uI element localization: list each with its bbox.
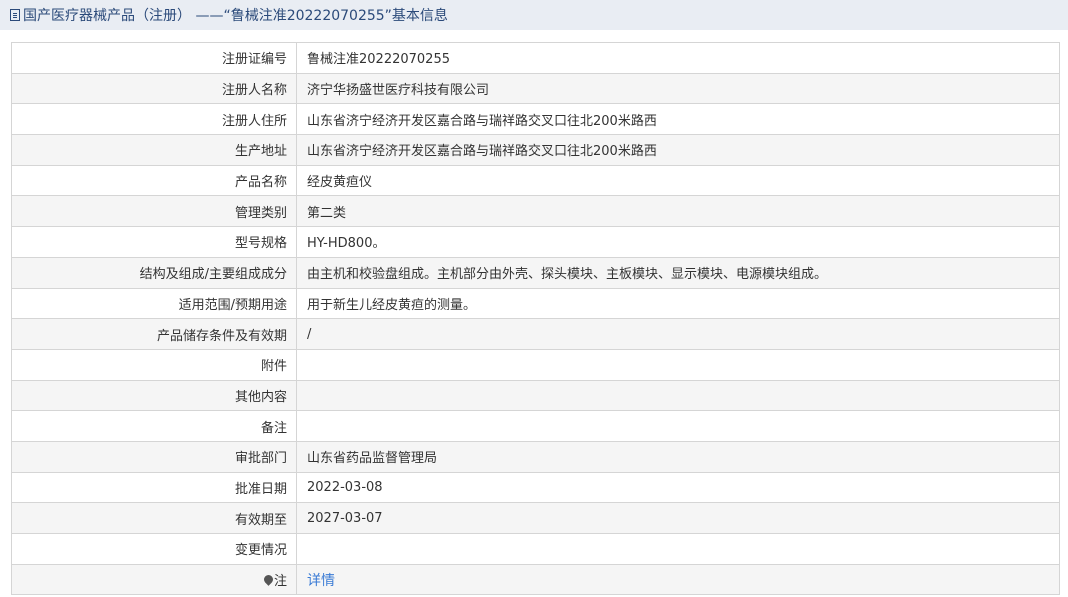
field-value xyxy=(297,380,1060,411)
table-row: 注册证编号 鲁械注准20222070255 xyxy=(12,43,1060,74)
note-label-cell: 注 xyxy=(12,564,297,595)
note-row: 注 详情 xyxy=(12,564,1060,596)
table-row: 有效期至 2027-03-07 xyxy=(12,503,1060,534)
table-row: 产品名称 经皮黄疸仪 xyxy=(12,165,1060,197)
field-label: 批准日期 xyxy=(12,472,297,503)
field-label: 其他内容 xyxy=(12,380,297,411)
field-label: 管理类别 xyxy=(12,196,297,227)
field-value: 山东省济宁经济开发区嘉合路与瑞祥路交叉口往北200米路西 xyxy=(297,104,1060,135)
table-row: 型号规格 HY-HD800。 xyxy=(12,227,1060,258)
field-value xyxy=(297,349,1060,380)
field-label: 注册人住所 xyxy=(12,104,297,135)
table-row: 其他内容 xyxy=(12,380,1060,412)
table-row: 备注 xyxy=(12,411,1060,442)
document-icon xyxy=(10,9,20,21)
field-value: / xyxy=(297,319,1060,349)
field-label: 审批部门 xyxy=(12,441,297,472)
table-row: 生产地址 山东省济宁经济开发区嘉合路与瑞祥路交叉口往北200米路西 xyxy=(12,135,1060,166)
table-row: 附件 xyxy=(12,349,1060,381)
field-value: HY-HD800。 xyxy=(297,227,1060,257)
field-value: 济宁华扬盛世医疗科技有限公司 xyxy=(297,73,1060,104)
pin-icon xyxy=(262,573,275,586)
table-row: 批准日期 2022-03-08 xyxy=(12,472,1060,504)
field-value: 山东省济宁经济开发区嘉合路与瑞祥路交叉口往北200米路西 xyxy=(297,135,1060,165)
table-row: 注册人住所 山东省济宁经济开发区嘉合路与瑞祥路交叉口往北200米路西 xyxy=(12,104,1060,136)
field-value: 经皮黄疸仪 xyxy=(297,165,1060,196)
table-row: 变更情况 xyxy=(12,534,1060,565)
field-label: 注册人名称 xyxy=(12,73,297,104)
field-label: 型号规格 xyxy=(12,227,297,257)
field-value xyxy=(297,534,1060,564)
info-table: 注册证编号 鲁械注准20222070255 注册人名称 济宁华扬盛世医疗科技有限… xyxy=(11,42,1060,596)
field-label: 产品名称 xyxy=(12,165,297,196)
field-label: 生产地址 xyxy=(12,135,297,165)
field-label: 注册证编号 xyxy=(12,43,297,73)
field-value: 第二类 xyxy=(297,196,1060,227)
field-value xyxy=(297,411,1060,441)
page-title: 国产医疗器械产品（注册） ——“鲁械注准20222070255”基本信息 xyxy=(23,8,448,24)
field-label: 备注 xyxy=(12,411,297,441)
field-value: 山东省药品监督管理局 xyxy=(297,441,1060,472)
table-row: 产品储存条件及有效期 / xyxy=(12,319,1060,350)
field-value: 用于新生儿经皮黄疸的测量。 xyxy=(297,288,1060,319)
field-label: 适用范围/预期用途 xyxy=(12,288,297,319)
field-label: 结构及组成/主要组成成分 xyxy=(12,257,297,288)
table-row: 注册人名称 济宁华扬盛世医疗科技有限公司 xyxy=(12,73,1060,105)
field-label: 产品储存条件及有效期 xyxy=(12,319,297,349)
detail-link[interactable]: 详情 xyxy=(307,570,335,590)
field-value: 鲁械注准20222070255 xyxy=(297,43,1060,73)
table-row: 结构及组成/主要组成成分 由主机和校验盘组成。主机部分由外壳、探头模块、主板模块… xyxy=(12,257,1060,289)
field-label: 有效期至 xyxy=(12,503,297,533)
table-row: 管理类别 第二类 xyxy=(12,196,1060,228)
field-value: 2022-03-08 xyxy=(297,472,1060,503)
table-row: 适用范围/预期用途 用于新生儿经皮黄疸的测量。 xyxy=(12,288,1060,320)
field-label: 变更情况 xyxy=(12,534,297,564)
field-value: 2027-03-07 xyxy=(297,503,1060,533)
note-label: 注 xyxy=(273,574,287,590)
table-row: 审批部门 山东省药品监督管理局 xyxy=(12,441,1060,473)
field-label: 附件 xyxy=(12,349,297,380)
page-title-bar: 国产医疗器械产品（注册） ——“鲁械注准20222070255”基本信息 xyxy=(0,0,1068,30)
field-value: 由主机和校验盘组成。主机部分由外壳、探头模块、主板模块、显示模块、电源模块组成。 xyxy=(297,257,1060,288)
note-value-cell: 详情 xyxy=(297,564,1060,595)
